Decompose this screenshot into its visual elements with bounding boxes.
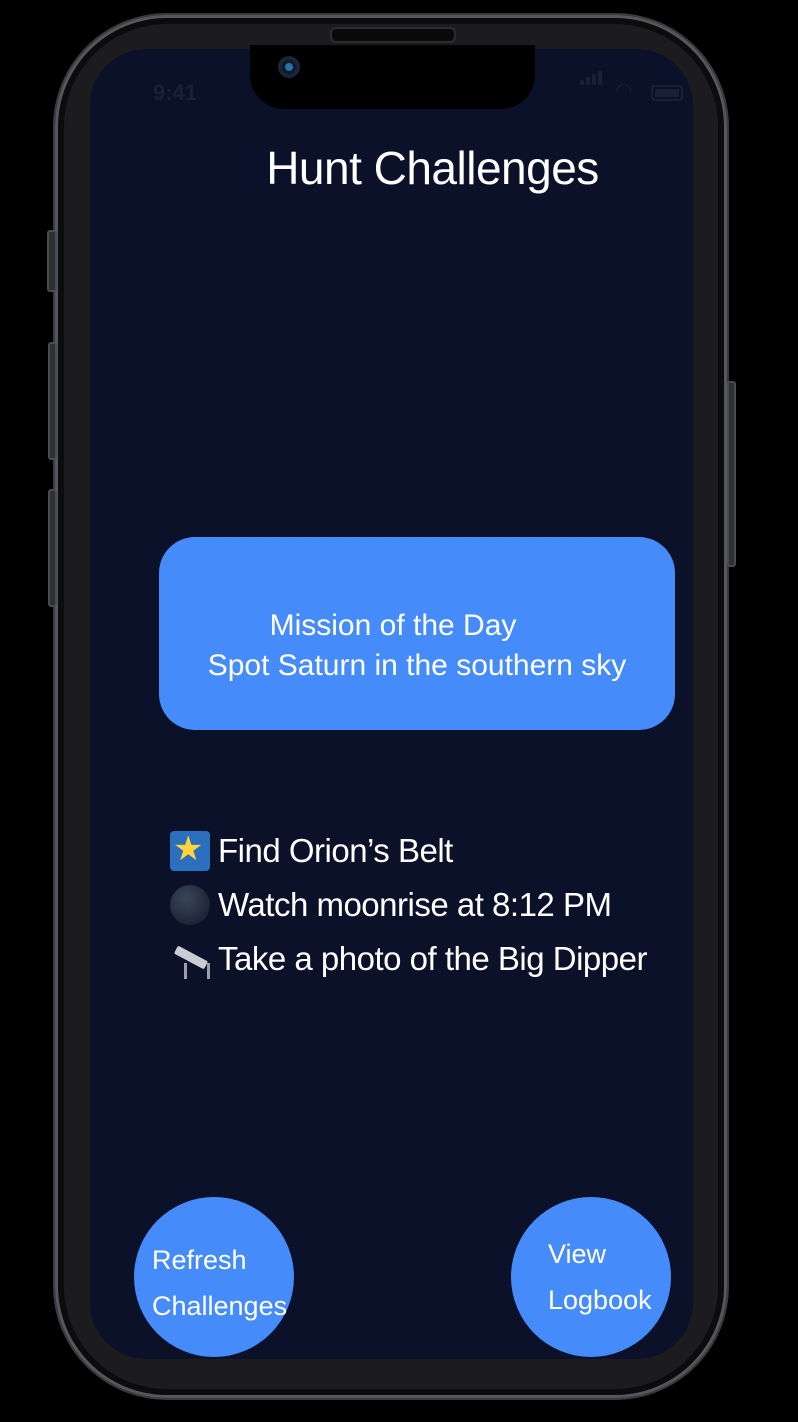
speaker-grille	[330, 27, 456, 43]
view-logbook-button[interactable]: View Logbook	[511, 1197, 671, 1357]
challenge-list: Find Orion’s Belt Watch moonrise at 8:12…	[170, 824, 647, 986]
telescope-icon	[170, 939, 210, 979]
front-camera-icon	[278, 56, 300, 78]
mission-heading: Mission of the Day	[269, 609, 517, 642]
power-button	[727, 381, 736, 567]
volume-down-button	[48, 489, 57, 607]
wifi-icon: ◠	[615, 80, 633, 102]
challenge-item[interactable]: Take a photo of the Big Dipper	[170, 932, 647, 986]
logbook-button-line2: Logbook	[548, 1285, 652, 1315]
battery-icon	[651, 85, 683, 101]
mission-card[interactable]: Mission of the Day Spot Saturn in the so…	[159, 537, 675, 730]
challenge-item[interactable]: Find Orion’s Belt	[170, 824, 647, 878]
logbook-button-line1: View	[548, 1239, 607, 1269]
refresh-button-line2: Challenges	[152, 1291, 288, 1321]
mission-text: Spot Saturn in the southern sky	[207, 649, 627, 682]
page-title: Hunt Challenges	[266, 142, 599, 194]
challenge-label: Take a photo of the Big Dipper	[218, 940, 647, 977]
volume-up-button	[48, 342, 57, 460]
silent-switch	[47, 230, 57, 292]
challenge-label: Find Orion’s Belt	[218, 832, 453, 869]
moon-icon	[170, 885, 210, 925]
challenge-label: Watch moonrise at 8:12 PM	[218, 886, 612, 923]
status-time: 9:41	[153, 80, 198, 105]
refresh-button-line1: Refresh	[152, 1245, 247, 1275]
shooting-star-icon	[170, 829, 210, 871]
refresh-challenges-button[interactable]: Refresh Challenges	[134, 1197, 294, 1357]
challenge-item[interactable]: Watch moonrise at 8:12 PM	[170, 878, 647, 932]
